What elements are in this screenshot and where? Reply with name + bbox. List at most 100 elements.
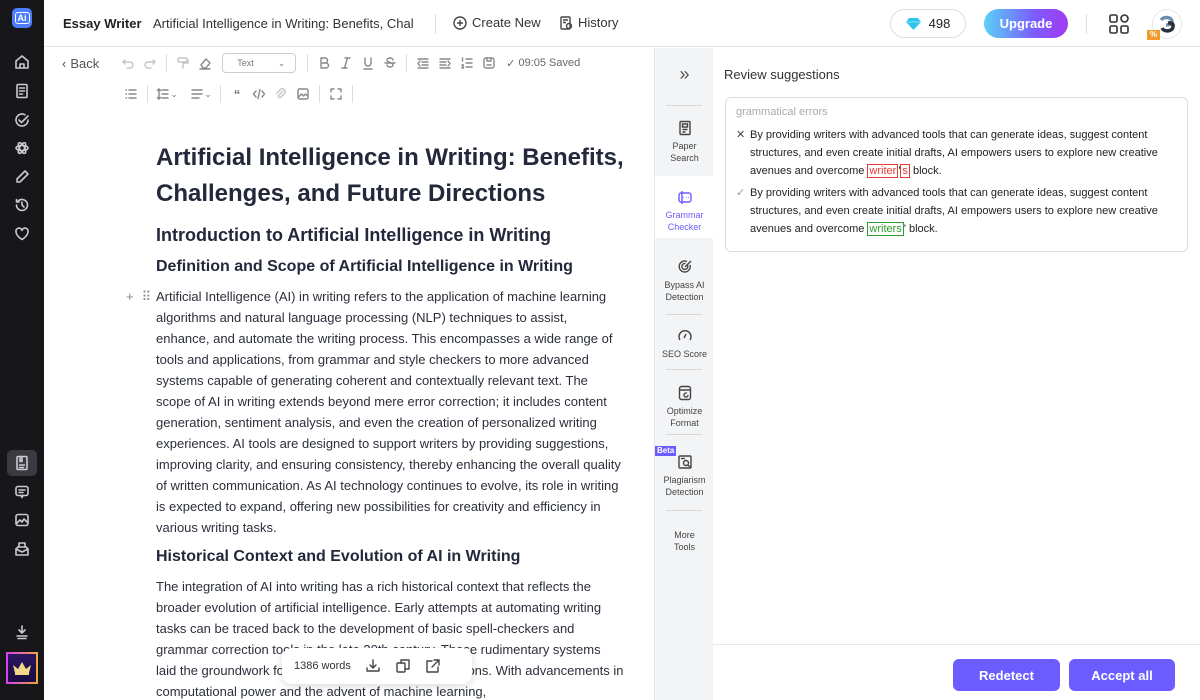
- tool-optimize-format[interactable]: Optimize Format: [655, 385, 714, 429]
- quote-icon[interactable]: “: [226, 84, 248, 104]
- subsection-heading: Definition and Scope of Artificial Intel…: [156, 258, 573, 275]
- code-icon[interactable]: [248, 84, 270, 104]
- upgrade-button[interactable]: Upgrade: [984, 9, 1068, 38]
- subsection-heading: Historical Context and Evolution of AI i…: [156, 548, 521, 565]
- history-doc-icon: [560, 15, 573, 30]
- apps-grid-icon[interactable]: [1109, 14, 1129, 34]
- download-icon[interactable]: [365, 658, 381, 674]
- redo-icon[interactable]: [139, 53, 161, 73]
- line-height-icon[interactable]: ⌄: [153, 84, 181, 104]
- bullet-list-icon[interactable]: [120, 84, 142, 104]
- save-status: ✓ 09:05 Saved: [506, 57, 581, 70]
- gauge-icon: [677, 330, 692, 341]
- gems-balance[interactable]: 498: [890, 9, 966, 38]
- divider: [220, 85, 221, 103]
- crown-icon[interactable]: [6, 652, 38, 684]
- suggestion-card[interactable]: grammatical errors ✕ By providing writer…: [725, 97, 1188, 252]
- section-heading: Introduction to Artificial Intelligence …: [156, 225, 551, 245]
- grammar-icon: [677, 191, 692, 204]
- back-button[interactable]: ‹ Back: [62, 56, 99, 71]
- divider: [352, 85, 353, 103]
- divider: [1086, 14, 1087, 34]
- essay-icon[interactable]: [7, 450, 37, 476]
- original-sentence: ✕ By providing writers with advanced too…: [736, 126, 1177, 180]
- target-icon: [678, 260, 691, 273]
- link-icon[interactable]: [270, 84, 292, 104]
- fullscreen-icon[interactable]: [325, 84, 347, 104]
- inserted-text: writers: [867, 222, 904, 236]
- tool-plagiarism-detection[interactable]: Beta Plagiarism Detection: [655, 446, 714, 498]
- add-block-icon[interactable]: +: [126, 286, 134, 307]
- inbox-icon[interactable]: [10, 537, 34, 561]
- undo-icon[interactable]: [117, 53, 139, 73]
- document-content[interactable]: Artificial Intelligence in Writing: Bene…: [126, 140, 624, 700]
- word-count-bar: 1386 words: [282, 648, 472, 684]
- divider: [147, 85, 148, 103]
- accept-icon[interactable]: ✓: [736, 184, 745, 202]
- tool-more-tools[interactable]: More Tools: [655, 529, 714, 553]
- divider: [666, 369, 702, 370]
- tool-seo-score[interactable]: SEO Score: [655, 328, 714, 360]
- image-icon[interactable]: [10, 508, 34, 532]
- divider: [166, 54, 168, 72]
- atom-icon[interactable]: [10, 136, 34, 160]
- chat-icon[interactable]: [10, 480, 34, 504]
- chevron-left-icon: ‹: [62, 55, 67, 71]
- collapse-panel-button[interactable]: »: [655, 65, 714, 83]
- diamond-icon: [905, 18, 921, 30]
- top-bar: Essay Writer Artificial Intelligence in …: [44, 0, 1200, 47]
- outdent-icon[interactable]: [412, 53, 434, 73]
- pencil-icon[interactable]: [10, 165, 34, 189]
- image-insert-icon[interactable]: [292, 84, 314, 104]
- history-button[interactable]: History: [559, 15, 618, 30]
- app-name: Essay Writer: [63, 16, 142, 31]
- divider: [666, 314, 702, 315]
- download-icon[interactable]: [10, 620, 34, 644]
- review-panel: Review suggestions grammatical errors ✕ …: [713, 48, 1200, 700]
- left-sidebar: Ai: [0, 0, 44, 700]
- create-new-button[interactable]: Create New: [453, 15, 541, 30]
- divider: [666, 510, 702, 511]
- discount-badge: %: [1147, 30, 1161, 40]
- toolbar-row-2: ⌄ ⌄ “: [120, 84, 358, 104]
- beta-badge: Beta: [655, 446, 677, 456]
- deleted-text: writer: [867, 164, 899, 178]
- italic-icon[interactable]: [335, 53, 357, 73]
- bold-icon[interactable]: [313, 53, 335, 73]
- chevron-down-icon: ⌄: [277, 57, 286, 68]
- eraser-icon[interactable]: [194, 53, 216, 73]
- tool-bypass-ai-detection[interactable]: Bypass AI Detection: [655, 259, 714, 303]
- accept-all-button[interactable]: Accept all: [1069, 659, 1175, 691]
- tool-grammar-checker[interactable]: Grammar Checker: [655, 176, 714, 238]
- underline-icon[interactable]: [357, 53, 379, 73]
- app-logo[interactable]: Ai: [12, 8, 32, 28]
- drag-handle-icon[interactable]: ⠿: [142, 286, 152, 307]
- document-heading: Artificial Intelligence in Writing: Bene…: [156, 144, 624, 207]
- tool-paper-search[interactable]: Paper Search: [655, 120, 714, 164]
- check-circle-icon[interactable]: [10, 108, 34, 132]
- save-icon[interactable]: [478, 53, 500, 73]
- check-icon: ✓: [506, 57, 516, 70]
- home-icon[interactable]: [10, 50, 34, 74]
- ordered-list-icon[interactable]: [456, 53, 478, 73]
- block-handle[interactable]: + ⠿: [126, 286, 151, 307]
- panel-title: Review suggestions: [724, 67, 840, 82]
- reject-icon[interactable]: ✕: [736, 126, 745, 144]
- deleted-text: s: [900, 164, 910, 178]
- document-title[interactable]: Artificial Intelligence in Writing: Bene…: [153, 16, 423, 31]
- document-icon[interactable]: [10, 79, 34, 103]
- divider: [666, 434, 702, 435]
- strikethrough-icon[interactable]: [379, 53, 401, 73]
- redetect-button[interactable]: Redetect: [953, 659, 1060, 691]
- tools-rail: » Paper Search Grammar Checker Bypass AI De…: [654, 48, 714, 700]
- user-avatar[interactable]: %: [1147, 9, 1182, 40]
- export-icon[interactable]: [425, 658, 441, 674]
- history-icon[interactable]: [10, 193, 34, 217]
- text-style-select[interactable]: Text ⌄: [222, 53, 297, 73]
- paper-icon: [678, 120, 691, 136]
- heart-icon[interactable]: [10, 222, 34, 246]
- align-icon[interactable]: ⌄: [187, 84, 215, 104]
- indent-icon[interactable]: [434, 53, 456, 73]
- copy-icon[interactable]: [395, 658, 411, 674]
- format-painter-icon[interactable]: [172, 53, 194, 73]
